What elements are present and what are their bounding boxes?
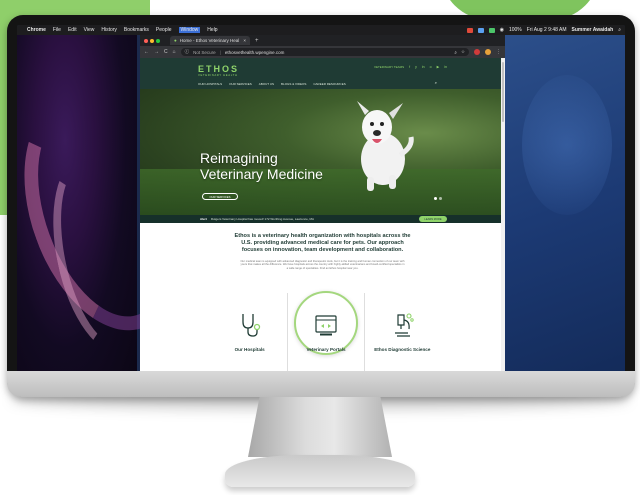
monitor-chin [7, 371, 635, 397]
instagram-icon[interactable]: o [430, 65, 432, 69]
alert-text: Rutgers Veterinary Hospital has moved! 1… [210, 217, 314, 221]
youtube-icon[interactable]: ▶ [437, 65, 440, 69]
search-icon[interactable]: ⌕ [454, 50, 457, 55]
desktop-wallpaper-right [502, 35, 625, 386]
monitor-screen: Chrome File Edit View History Bookmarks … [17, 25, 625, 386]
menu-status-area: ◉ 100% Fri Aug 2 9:48 AM Summer Awaidah … [462, 27, 621, 33]
minimize-window-icon[interactable] [150, 38, 154, 43]
intro-section: Ethos is a veterinary health organizatio… [140, 223, 505, 270]
bookmark-star-icon[interactable]: ☆ [461, 49, 465, 55]
linkedin-icon[interactable]: in [422, 65, 425, 69]
menu-clock[interactable]: Fri Aug 2 9:48 AM [527, 27, 567, 33]
monitor-stand [248, 397, 392, 457]
nav-our-hospitals[interactable]: OUR HOSPITALS [198, 82, 222, 86]
menu-view[interactable]: View [84, 27, 95, 33]
linkedin-icon[interactable]: in [444, 65, 447, 69]
chrome-menu-icon[interactable]: ⋮ [496, 49, 501, 55]
new-tab-button[interactable]: + [255, 38, 259, 44]
stethoscope-icon [242, 314, 260, 337]
browser-tab[interactable]: ● Home - Ethos Veterinary Heal × [170, 36, 250, 45]
monitor-stand-base [225, 455, 415, 487]
hero-title-line1: Reimagining [200, 150, 278, 166]
monitor-bezel: Chrome File Edit View History Bookmarks … [7, 15, 635, 397]
site-nav-right: VETERINARY TEAMS f y in o ▶ in [374, 65, 447, 69]
carousel-dot[interactable] [434, 197, 437, 200]
nav-about-us[interactable]: ABOUT US [259, 82, 274, 86]
nav-career-resources[interactable]: CAREER RESOURCES [313, 82, 345, 86]
back-icon[interactable]: ← [144, 49, 149, 55]
nav-blogs-videos[interactable]: BLOGS & VIDEOS [281, 82, 306, 86]
portal-window-icon [315, 315, 337, 336]
chrome-window: ● Home - Ethos Veterinary Heal × + ← → C… [140, 35, 505, 386]
menu-file[interactable]: File [53, 27, 61, 33]
hero-title: Reimagining Veterinary Medicine [200, 150, 323, 182]
close-tab-icon[interactable]: × [243, 38, 246, 43]
website-viewport: ETHOS VETERINARY HEALTH OUR HOSPITALS OU… [140, 58, 505, 386]
browser-toolbar: ← → C ⌂ ⓘ Not Secure | ethosvethealth.wp… [140, 46, 505, 58]
veterinary-teams-link[interactable]: VETERINARY TEAMS [374, 65, 404, 69]
tab-title: Home - Ethos Veterinary Heal [179, 38, 240, 43]
menu-app-name[interactable]: Chrome [27, 27, 46, 33]
card-label: Veterinary Portals [306, 347, 346, 352]
menu-people[interactable]: People [156, 27, 172, 33]
battery-level[interactable]: 100% [509, 27, 522, 33]
info-icon[interactable]: ⓘ [185, 49, 190, 55]
twitter-icon[interactable]: y [415, 65, 417, 69]
tab-strip: ● Home - Ethos Veterinary Heal × + [140, 35, 505, 46]
card-label: Our Hospitals [234, 347, 265, 352]
microscope-icon [395, 313, 415, 337]
site-nav: OUR HOSPITALS OUR SERVICES ABOUT US BLOG… [198, 82, 346, 86]
intro-heading: Ethos is a veterinary health organizatio… [234, 233, 411, 254]
alert-bar: Alert Rutgers Veterinary Hospital has mo… [140, 215, 505, 223]
intro-body: Our medical team is equipped with advanc… [240, 259, 405, 270]
profile-avatar[interactable] [485, 49, 491, 55]
mac-menu-bar: Chrome File Edit View History Bookmarks … [17, 25, 625, 35]
maximize-window-icon[interactable] [156, 38, 160, 43]
menu-bookmarks[interactable]: Bookmarks [124, 27, 149, 33]
alert-label: Alert [200, 217, 207, 221]
extension-icon[interactable] [474, 49, 480, 55]
security-label: Not Secure [193, 49, 216, 55]
desktop-wallpaper-left [17, 35, 209, 386]
address-bar[interactable]: ⓘ Not Secure | ethosvethealth.wpengine.c… [180, 48, 469, 56]
favicon-icon: ● [174, 38, 177, 43]
menu-window[interactable]: Window [178, 27, 201, 33]
tray-app-icon[interactable] [488, 27, 495, 33]
carousel-dot[interactable] [439, 197, 442, 200]
hero-banner: Reimagining Veterinary Medicine OUR SERV… [140, 89, 505, 215]
site-search-icon[interactable]: ⌕ [435, 80, 437, 85]
menu-history[interactable]: History [101, 27, 117, 33]
spotlight-icon[interactable]: ⌕ [618, 27, 621, 33]
facebook-icon[interactable]: f [409, 65, 410, 69]
hero-title-line2: Veterinary Medicine [200, 166, 323, 182]
dog-photo [357, 101, 414, 191]
reload-icon[interactable]: C [164, 49, 168, 55]
menu-user[interactable]: Summer Awaidah [572, 27, 614, 33]
url-text: ethosvethealth.wpengine.com [224, 49, 285, 55]
learn-more-button[interactable]: LEARN MORE [419, 216, 447, 222]
menu-help[interactable]: Help [207, 27, 217, 33]
menu-edit[interactable]: Edit [68, 27, 77, 33]
page-scrollbar[interactable] [501, 58, 505, 386]
close-window-icon[interactable] [144, 38, 148, 43]
site-header: ETHOS VETERINARY HEALTH OUR HOSPITALS OU… [140, 58, 505, 89]
home-icon[interactable]: ⌂ [173, 49, 176, 55]
our-services-button[interactable]: OUR SERVICES [202, 193, 238, 200]
nav-our-services[interactable]: OUR SERVICES [229, 82, 252, 86]
carousel-dots [434, 197, 442, 200]
tray-app-icon[interactable] [466, 27, 473, 33]
forward-icon[interactable]: → [154, 49, 159, 55]
wifi-icon[interactable]: ◉ [500, 27, 504, 33]
site-logo-subtitle: VETERINARY HEALTH [198, 73, 238, 77]
tray-app-icon[interactable] [477, 27, 484, 33]
card-label: Ethos Diagnostic Science [374, 347, 431, 352]
